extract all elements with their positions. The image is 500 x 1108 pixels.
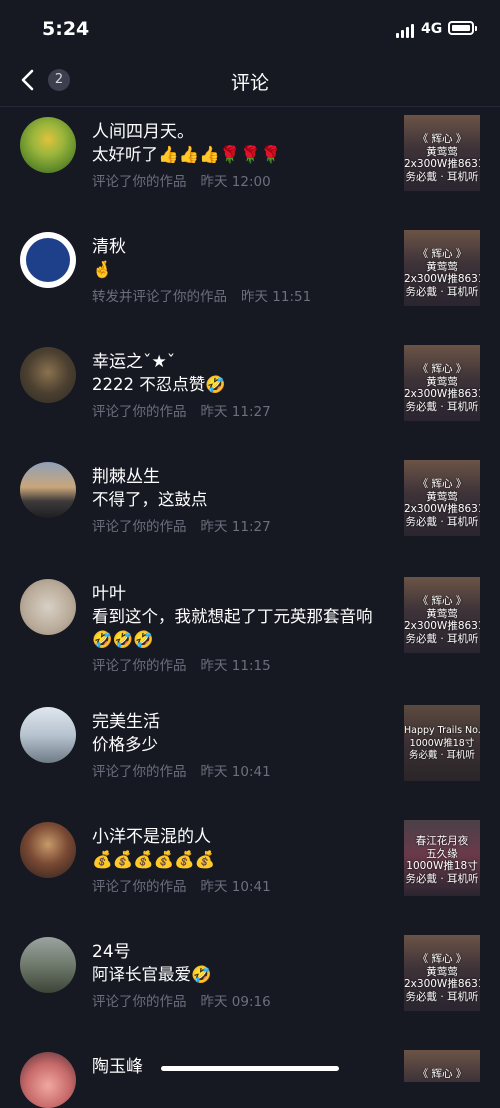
- avatar[interactable]: [20, 822, 76, 878]
- comment-row[interactable]: 幸运之ˇ★ˇ 2222 不忍点赞🤣 评论了你的作品 昨天 11:27 《 辉心 》…: [0, 337, 500, 452]
- comment-time: 昨天 10:41: [200, 764, 271, 780]
- comment-row[interactable]: 人间四月天。 太好听了👍👍👍🌹🌹🌹 评论了你的作品 昨天 12:00 《 辉心 》…: [0, 107, 500, 222]
- video-thumbnail[interactable]: 《 辉心 》黄莺莺 2x300W推8631 务必戴 · 耳机听: [404, 460, 480, 536]
- home-indicator[interactable]: [161, 1066, 339, 1071]
- status-time: 5:24: [42, 18, 90, 40]
- comment-text: 不得了，这鼓点: [92, 490, 208, 509]
- video-thumbnail[interactable]: Happy Trails No.4 1000W推18寸 务必戴 · 耳机听: [404, 705, 480, 781]
- comment-row[interactable]: 荆棘丛生 不得了，这鼓点 评论了你的作品 昨天 11:27 《 辉心 》黄莺莺 2x…: [0, 452, 500, 567]
- comment-action: 评论了你的作品: [92, 174, 187, 190]
- video-thumbnail[interactable]: 《 辉心 》黄莺莺 2x300W推8631 务必戴 · 耳机听: [404, 577, 480, 653]
- commenter-name[interactable]: 幸运之ˇ★ˇ: [92, 347, 175, 372]
- comment-meta: 转发并评论了你的作品 昨天 11:51: [92, 285, 311, 305]
- comment-time: 昨天 10:41: [200, 879, 271, 895]
- comment-row[interactable]: 叶叶 看到这个，我就想起了丁元英那套音响🤣🤣🤣 评论了你的作品 昨天 11:15 …: [0, 567, 500, 695]
- commenter-name[interactable]: 完美生活: [92, 707, 160, 732]
- comment-meta: 评论了你的作品 昨天 11:27: [92, 515, 271, 535]
- comment-action: 评论了你的作品: [92, 764, 187, 780]
- video-thumbnail[interactable]: 《 辉心 》黄莺莺 2x300W推8631 务必戴 · 耳机听: [404, 345, 480, 421]
- comment-action: 评论了你的作品: [92, 519, 187, 535]
- comment-meta: 评论了你的作品 昨天 09:16: [92, 990, 271, 1010]
- avatar[interactable]: [20, 232, 76, 288]
- video-thumbnail[interactable]: 《 辉心 》黄莺莺 2x300W推8631 务必戴 · 耳机听: [404, 115, 480, 191]
- comment-row[interactable]: 小洋不是混的人 💰💰💰💰💰💰 评论了你的作品 昨天 10:41 春江花月夜 五久缘 1…: [0, 810, 500, 925]
- comment-time: 昨天 11:15: [200, 658, 271, 674]
- avatar[interactable]: [20, 707, 76, 763]
- comment-row[interactable]: 陶玉峰 《 辉心 》: [0, 1040, 500, 1108]
- thumbnail-caption: 《 辉心 》黄莺莺 2x300W推8631 务必戴 · 耳机听: [404, 133, 480, 183]
- comment-text: 价格多少: [92, 735, 158, 754]
- comment-action: 评论了你的作品: [92, 994, 187, 1010]
- video-thumbnail[interactable]: 《 辉心 》黄莺莺 2x300W推8631 务必戴 · 耳机听: [404, 935, 480, 1011]
- nav-bar: 2 评论: [0, 56, 500, 107]
- comment-text: 🤞: [92, 260, 113, 279]
- commenter-name[interactable]: 24号: [92, 937, 131, 962]
- comment-time: 昨天 11:27: [200, 519, 271, 535]
- avatar[interactable]: [20, 347, 76, 403]
- thumbnail-caption: 《 辉心 》: [417, 1068, 467, 1080]
- comment-row[interactable]: 24号 阿译长官最爱🤣 评论了你的作品 昨天 09:16 《 辉心 》黄莺莺 2x3…: [0, 925, 500, 1040]
- thumbnail-caption: 《 辉心 》黄莺莺 2x300W推8631 务必戴 · 耳机听: [404, 953, 480, 1003]
- page-title: 评论: [230, 72, 269, 94]
- comment-text: 💰💰💰💰💰💰: [92, 850, 216, 869]
- status-bar: 5:24 4G: [0, 0, 500, 56]
- avatar[interactable]: [20, 579, 76, 635]
- video-thumbnail[interactable]: 《 辉心 》: [404, 1050, 480, 1082]
- commenter-name[interactable]: 小洋不是混的人: [92, 822, 211, 847]
- comment-time: 昨天 11:27: [200, 404, 271, 420]
- comment-text: 阿译长官最爱🤣: [92, 965, 212, 984]
- commenter-name[interactable]: 陶玉峰: [92, 1052, 143, 1077]
- commenter-name[interactable]: 荆棘丛生: [92, 462, 160, 487]
- comment-text: 2222 不忍点赞🤣: [92, 375, 226, 394]
- comment-time: 昨天 09:16: [200, 994, 271, 1010]
- comment-time: 昨天 12:00: [200, 174, 271, 190]
- comment-meta: 评论了你的作品 昨天 10:41: [92, 875, 271, 895]
- network-type: 4G: [421, 21, 443, 37]
- video-thumbnail[interactable]: 《 辉心 》黄莺莺 2x300W推8631 务必戴 · 耳机听: [404, 230, 480, 306]
- comment-row[interactable]: 清秋 🤞 转发并评论了你的作品 昨天 11:51 《 辉心 》黄莺莺 2x300W推…: [0, 222, 500, 337]
- comment-action: 评论了你的作品: [92, 879, 187, 895]
- comment-action: 评论了你的作品: [92, 658, 187, 674]
- avatar[interactable]: [20, 937, 76, 993]
- battery-icon: [448, 21, 477, 35]
- avatar[interactable]: [20, 462, 76, 518]
- avatar[interactable]: [20, 1052, 76, 1108]
- comment-time: 昨天 11:51: [241, 289, 312, 305]
- comment-action: 评论了你的作品: [92, 404, 187, 420]
- thumbnail-caption: 春江花月夜 五久缘 1000W推18寸 务必戴 · 耳机听: [405, 835, 479, 885]
- comment-text: 看到这个，我就想起了丁元英那套音响🤣🤣🤣: [92, 607, 373, 649]
- video-thumbnail[interactable]: 春江花月夜 五久缘 1000W推18寸 务必戴 · 耳机听: [404, 820, 480, 896]
- thumbnail-caption: 《 辉心 》黄莺莺 2x300W推8631 务必戴 · 耳机听: [404, 595, 480, 645]
- thumbnail-caption: Happy Trails No.4 1000W推18寸 务必戴 · 耳机听: [404, 725, 480, 761]
- commenter-name[interactable]: 叶叶: [92, 579, 126, 604]
- avatar[interactable]: [20, 117, 76, 173]
- commenter-name[interactable]: 人间四月天。: [92, 117, 194, 142]
- thumbnail-caption: 《 辉心 》黄莺莺 2x300W推8631 务必戴 · 耳机听: [404, 478, 480, 528]
- comment-text: 太好听了👍👍👍🌹🌹🌹: [92, 145, 282, 164]
- thumbnail-caption: 《 辉心 》黄莺莺 2x300W推8631 务必戴 · 耳机听: [404, 363, 480, 413]
- comment-meta: 评论了你的作品 昨天 10:41: [92, 760, 271, 780]
- comment-action: 转发并评论了你的作品: [92, 289, 227, 305]
- signal-icon: [396, 22, 414, 38]
- comment-meta: 评论了你的作品 昨天 12:00: [92, 170, 271, 190]
- comment-meta: 评论了你的作品 昨天 11:15: [92, 654, 271, 674]
- comment-meta: 评论了你的作品 昨天 11:27: [92, 400, 271, 420]
- thumbnail-caption: 《 辉心 》黄莺莺 2x300W推8631 务必戴 · 耳机听: [404, 248, 480, 298]
- commenter-name[interactable]: 清秋: [92, 232, 126, 257]
- comment-row[interactable]: 完美生活 价格多少 评论了你的作品 昨天 10:41 Happy Trails N…: [0, 695, 500, 810]
